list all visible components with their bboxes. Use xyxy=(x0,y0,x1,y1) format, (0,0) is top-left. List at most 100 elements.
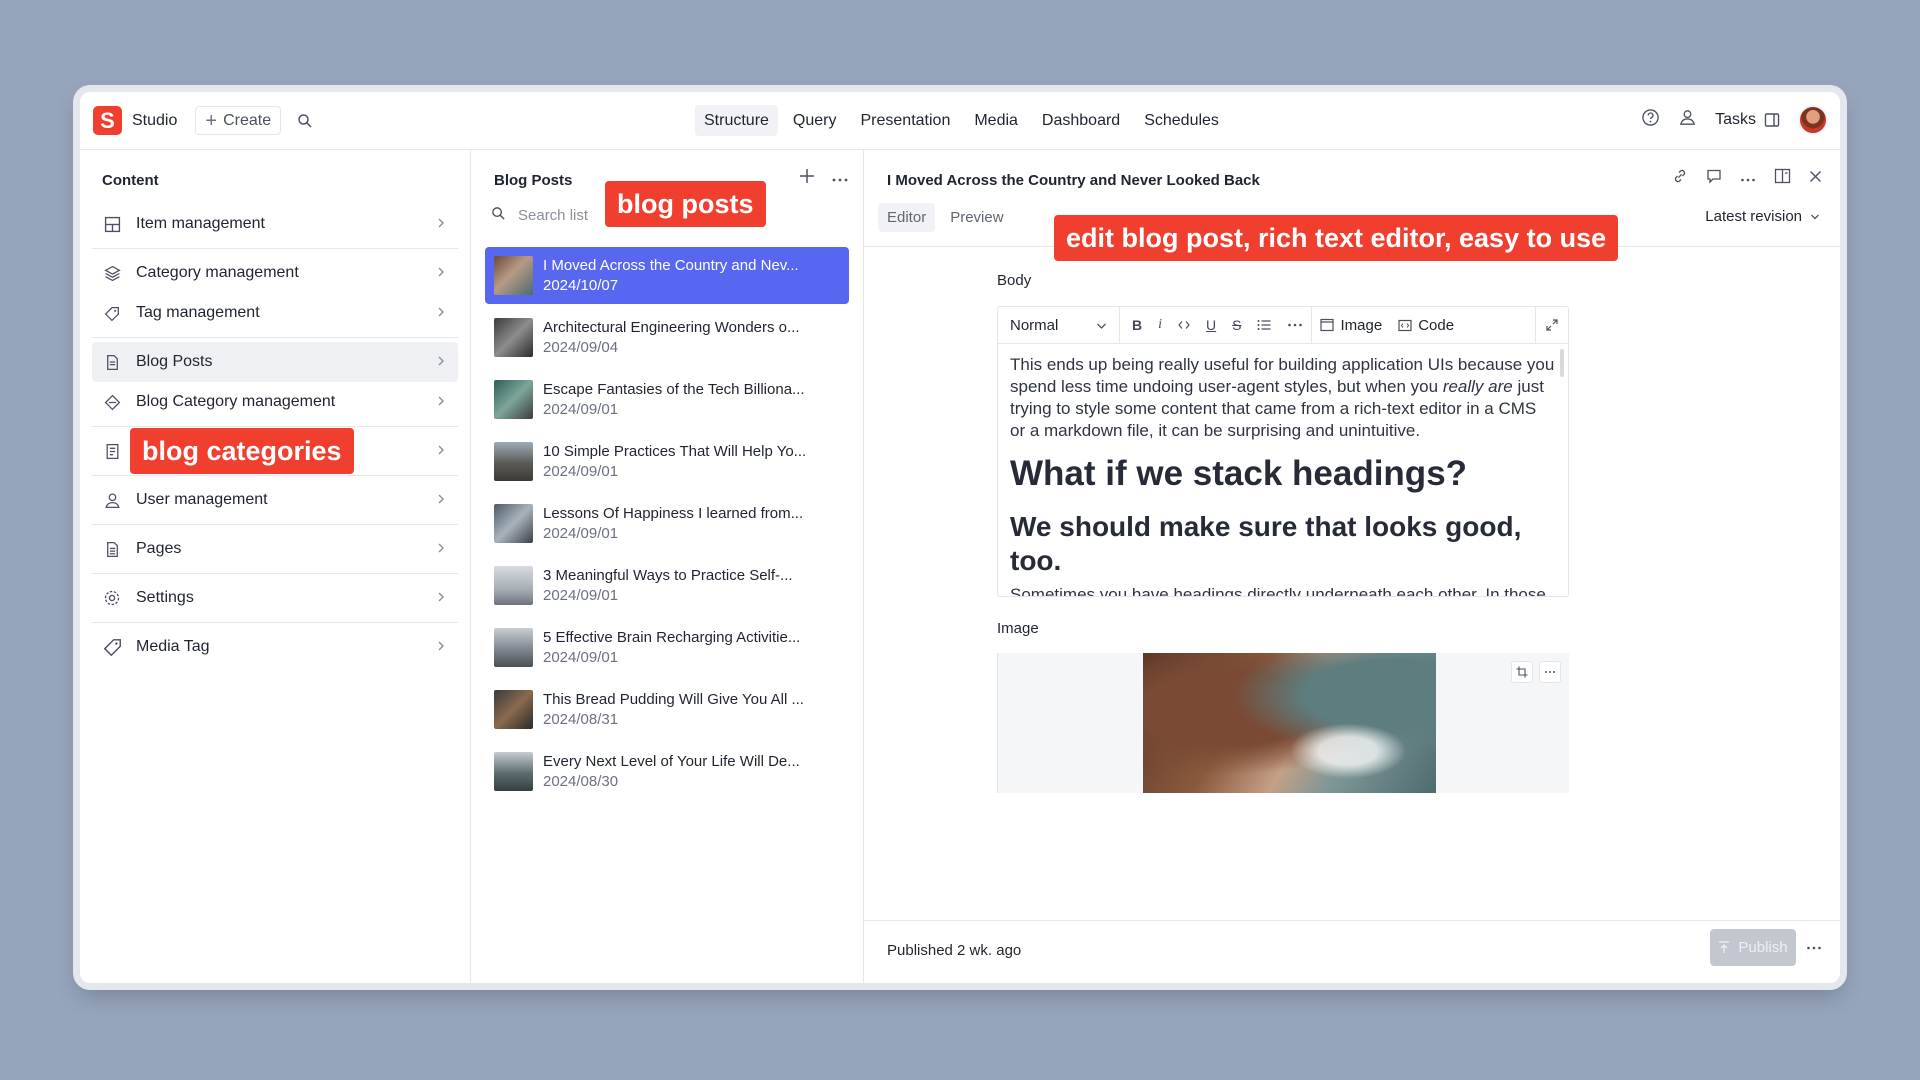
nav-dashboard[interactable]: Dashboard xyxy=(1033,105,1129,136)
menu-category-management[interactable]: Category management xyxy=(92,253,458,293)
menu-pages[interactable]: Pages xyxy=(92,529,458,569)
image-tools xyxy=(1511,661,1561,683)
editor-callout: edit blog post, rich text editor, easy t… xyxy=(1054,215,1619,261)
post-title: Escape Fantasies of the Tech Billiona... xyxy=(543,381,805,398)
more-icon[interactable] xyxy=(1740,170,1756,188)
post-thumbnail xyxy=(494,752,533,791)
tab-editor[interactable]: Editor xyxy=(878,203,936,232)
nav-media[interactable]: Media xyxy=(965,105,1027,136)
post-date: 2024/09/01 xyxy=(543,525,619,542)
tasks-button[interactable]: Tasks xyxy=(1715,111,1780,129)
menu-divider xyxy=(92,524,458,525)
add-icon[interactable] xyxy=(799,168,815,189)
italic-button[interactable]: i xyxy=(1150,307,1170,343)
list-item[interactable]: I Moved Across the Country and Nev... 202… xyxy=(485,247,849,304)
split-pane-icon[interactable] xyxy=(1774,168,1791,189)
tasks-label: Tasks xyxy=(1715,111,1756,128)
post-title: Architectural Engineering Wonders o... xyxy=(543,319,800,336)
gear-icon xyxy=(102,588,122,608)
strikethrough-icon[interactable]: S xyxy=(1224,307,1249,343)
bold-button[interactable]: B xyxy=(1124,307,1150,343)
insert-code-button[interactable]: Code xyxy=(1390,307,1462,343)
post-title: I Moved Across the Country and Nev... xyxy=(543,257,799,274)
menu-item-label: Blog Category management xyxy=(136,393,336,410)
tag-icon xyxy=(102,303,122,323)
link-icon[interactable] xyxy=(1672,168,1688,189)
code-icon xyxy=(1398,319,1412,331)
rich-text-editor[interactable]: Normal B i U S Image Code This ends up b… xyxy=(997,306,1569,597)
scrollbar[interactable] xyxy=(1560,349,1564,377)
more-icon[interactable] xyxy=(831,170,849,188)
more-icon[interactable] xyxy=(1279,307,1311,343)
image-field[interactable] xyxy=(997,653,1569,793)
list-item[interactable]: 3 Meaningful Ways to Practice Self-... 20… xyxy=(485,557,849,614)
menu-blog-posts[interactable]: Blog Posts xyxy=(92,342,458,382)
menu-divider xyxy=(92,475,458,476)
menu-settings[interactable]: Settings xyxy=(92,578,458,618)
post-date: 2024/08/31 xyxy=(543,711,619,728)
more-icon[interactable] xyxy=(1806,938,1822,956)
nav-presentation[interactable]: Presentation xyxy=(852,105,960,136)
menu-item-management[interactable]: Item management xyxy=(92,204,458,244)
post-title: 5 Effective Brain Recharging Activitie..… xyxy=(543,629,801,646)
list-item[interactable]: 5 Effective Brain Recharging Activitie..… xyxy=(485,619,849,676)
revision-selector[interactable]: Latest revision xyxy=(1705,208,1820,225)
blog-categories-callout: blog categories xyxy=(130,428,354,474)
more-icon[interactable] xyxy=(1539,661,1561,683)
create-button[interactable]: + Create xyxy=(195,106,282,135)
nav-query[interactable]: Query xyxy=(784,105,846,136)
menu-blog-category-management[interactable]: Blog Category management xyxy=(92,382,458,422)
code-label: Code xyxy=(1418,316,1455,334)
user-icon[interactable] xyxy=(1678,108,1697,132)
list-item[interactable]: Every Next Level of Your Life Will De...… xyxy=(485,743,849,800)
brand-name[interactable]: Studio xyxy=(132,112,177,130)
top-right-actions: Tasks xyxy=(1641,105,1828,135)
code-inline-icon[interactable] xyxy=(1170,307,1198,343)
content-title: Content xyxy=(102,172,159,189)
nav-structure[interactable]: Structure xyxy=(695,105,778,136)
insert-image-button[interactable]: Image xyxy=(1312,307,1390,343)
menu-media-tag[interactable]: Media Tag xyxy=(92,627,458,667)
panel-icon xyxy=(1764,113,1780,127)
menu-tag-management[interactable]: Tag management xyxy=(92,293,458,333)
menu-item-label: Media Tag xyxy=(136,638,210,655)
menu-divider xyxy=(92,426,458,427)
avatar[interactable] xyxy=(1798,105,1828,135)
nav-schedules[interactable]: Schedules xyxy=(1135,105,1228,136)
document-actions xyxy=(1672,168,1822,189)
search-list-input[interactable]: Search list xyxy=(491,206,588,225)
post-date: 2024/10/07 xyxy=(543,277,619,294)
list-actions xyxy=(799,168,849,189)
comment-icon[interactable] xyxy=(1706,168,1722,189)
studio-logo[interactable]: S xyxy=(93,106,122,135)
underline-icon[interactable]: U xyxy=(1198,307,1224,343)
tab-preview[interactable]: Preview xyxy=(941,203,1012,232)
expand-icon[interactable] xyxy=(1536,307,1568,343)
crop-icon[interactable] xyxy=(1511,661,1533,683)
list-item[interactable]: Architectural Engineering Wonders o... 20… xyxy=(485,309,849,366)
help-icon[interactable] xyxy=(1641,108,1660,132)
search-placeholder: Search list xyxy=(518,207,589,224)
document-icon xyxy=(102,352,122,372)
menu-user-management[interactable]: User management xyxy=(92,480,458,520)
list-item[interactable]: Lessons Of Happiness I learned from... 20… xyxy=(485,495,849,552)
post-date: 2024/09/01 xyxy=(543,463,619,480)
search-icon[interactable] xyxy=(297,113,313,129)
image-field-label: Image xyxy=(997,620,1039,637)
bullet-list-icon[interactable] xyxy=(1249,307,1279,343)
text-style-select[interactable]: Normal xyxy=(998,307,1120,343)
chevron-right-icon xyxy=(436,492,446,511)
page-icon xyxy=(102,539,122,559)
blog-posts-pane: Blog Posts Search list I Moved Across th… xyxy=(471,150,864,983)
list-item[interactable]: Escape Fantasies of the Tech Billiona...… xyxy=(485,371,849,428)
menu-item-label: Blog Posts xyxy=(136,353,213,370)
heading-2: We should make sure that looks good, too… xyxy=(1010,511,1522,576)
revision-label: Latest revision xyxy=(1705,208,1802,225)
close-icon[interactable] xyxy=(1809,170,1822,188)
chevron-right-icon xyxy=(436,639,446,658)
editor-tabs: Editor Preview xyxy=(878,203,1013,232)
rte-content[interactable]: This ends up being really useful for bui… xyxy=(998,344,1568,596)
publish-button[interactable]: Publish xyxy=(1710,929,1796,966)
list-item[interactable]: 10 Simple Practices That Will Help Yo...… xyxy=(485,433,849,490)
list-item[interactable]: This Bread Pudding Will Give You All ...… xyxy=(485,681,849,738)
